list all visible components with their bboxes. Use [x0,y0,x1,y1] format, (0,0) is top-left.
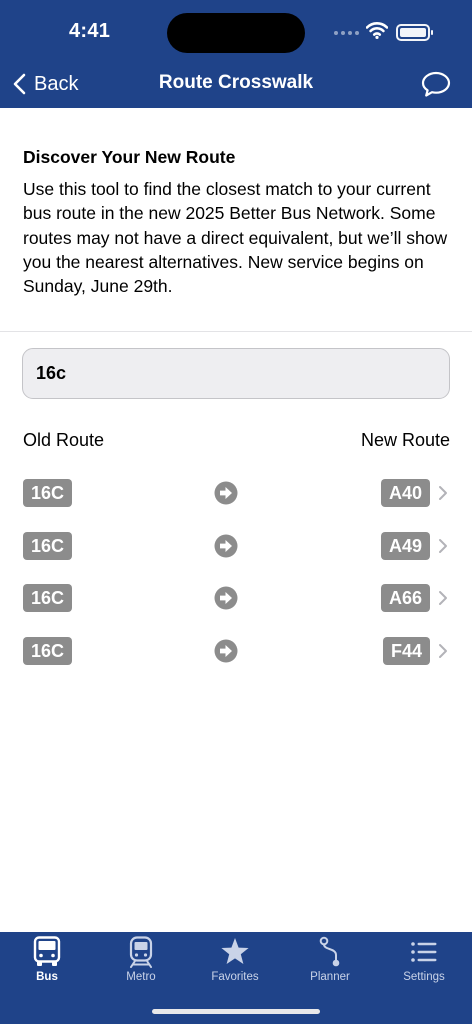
tab-label: Favorites [211,971,259,983]
new-route-badge: A40 [380,479,430,507]
tab-bus[interactable]: Bus [0,936,94,994]
tab-label: Metro [126,971,156,983]
chevron-left-icon [13,73,26,95]
divider [0,331,472,332]
old-route-badge: 16C [23,637,73,665]
route-row[interactable]: 16C A66 [0,584,472,614]
chevron-right-icon [439,644,447,658]
header: 4:41 Back Route Crosswalk [0,0,472,108]
bus-icon [33,936,61,966]
intro-title: Discover Your New Route [23,147,236,167]
metro-icon [129,936,153,968]
tab-label: Planner [310,971,350,983]
arrow-right-circle-icon [214,586,238,610]
tab-label: Settings [403,971,445,983]
back-label: Back [34,72,79,95]
arrow-right-circle-icon [214,639,238,663]
cellular-signal-icon [334,31,359,35]
old-route-badge: 16C [23,532,73,560]
chevron-right-icon [439,539,447,553]
route-icon [319,936,340,967]
back-button[interactable]: Back [12,70,78,98]
arrow-right-circle-icon [214,481,238,505]
old-route-badge: 16C [23,479,73,507]
route-row[interactable]: 16C F44 [0,637,472,667]
arrow-right-circle-icon [214,534,238,558]
tab-settings[interactable]: Settings [377,936,471,994]
chevron-right-icon [439,591,447,605]
old-route-badge: 16C [23,584,73,612]
new-route-badge: A49 [380,532,430,560]
route-search-input[interactable] [22,348,450,399]
chevron-right-icon [439,486,447,500]
battery-icon [396,24,433,41]
new-route-header: New Route [360,430,450,450]
old-route-header: Old Route [23,430,105,450]
chat-bubble-icon[interactable] [420,69,452,99]
new-route-badge: A66 [380,584,430,612]
tab-label: Bus [36,971,58,983]
route-row[interactable]: 16C A49 [0,532,472,562]
wifi-icon [366,22,388,39]
home-indicator [152,1009,320,1014]
intro-description: Use this tool to find the closest match … [23,179,448,297]
new-route-badge: F44 [382,637,430,665]
route-row[interactable]: 16C A40 [0,479,472,509]
star-icon [221,938,249,964]
dynamic-island [167,13,305,53]
tab-favorites[interactable]: Favorites [188,936,282,994]
list-icon [411,942,437,962]
tab-planner[interactable]: Planner [283,936,377,994]
status-time: 4:41 [69,20,111,42]
tab-metro[interactable]: Metro [94,936,188,994]
